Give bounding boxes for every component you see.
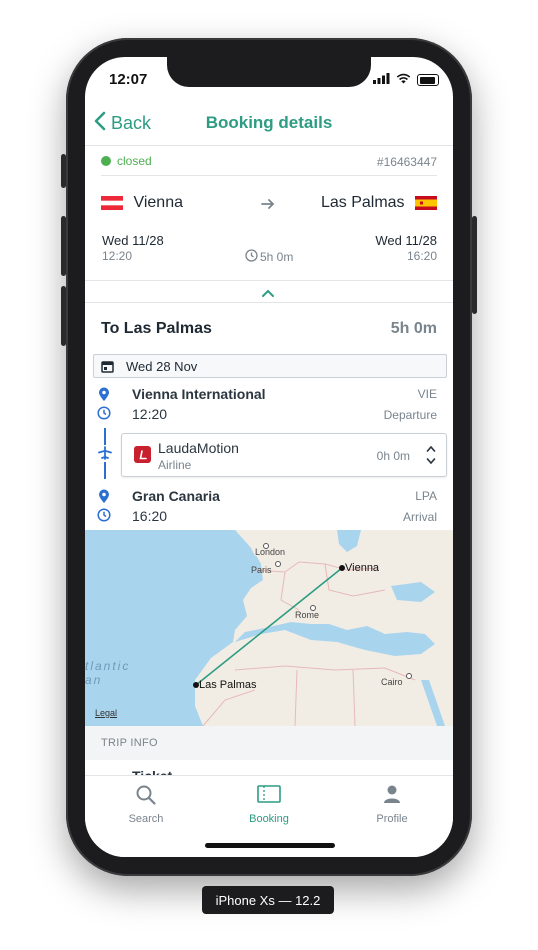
trip-info-partial-row: Ticket [132,768,172,775]
notch [167,57,371,87]
side-button-volume-down [61,286,66,346]
navigation-bar: Back Booking details [85,101,453,146]
airline-name: LaudaMotion [158,440,239,456]
timeline-line [104,462,106,479]
booking-status-row: closed #16463447 [101,153,437,175]
clock-icon [97,508,111,527]
route-duration: 5h 0m [245,249,293,265]
origin-time: 12:20 [102,249,133,263]
airline-logo-icon [134,446,151,463]
leg-duration: 5h 0m [390,320,437,337]
page-title: Booking details [205,113,333,132]
airline-duration: 0h 0m [376,449,410,463]
map-label-ocean: an [85,673,103,687]
booking-reference: #16463447 [376,155,437,169]
device-label: iPhone Xs — 12.2 [202,886,334,914]
collapse-chevron-up-icon[interactable] [261,285,275,303]
map-label-atlantic: tlantic [85,659,131,673]
spain-flag-icon [415,196,437,210]
status-time: 12:07 [109,71,148,88]
status-badge: closed [117,153,152,168]
map-label-cairo: Cairo [381,677,403,687]
leg-date: Wed 28 Nov [126,358,198,374]
trip-info-header: TRIP INFO [85,726,453,760]
phone-screen: 12:07 Back Booking details closed #16463… [85,57,453,857]
trip-info-title: TRIP INFO [101,737,158,749]
airline-subtitle: Airline [158,458,192,472]
tab-profile[interactable]: Profile [331,784,453,825]
side-button-volume-up [61,216,66,276]
destination-time: 16:20 [406,249,437,263]
wifi-icon [396,71,411,89]
map-pin-icon [98,489,110,509]
divider [101,175,437,176]
airline-card[interactable]: LaudaMotion Airline 0h 0m [121,433,447,477]
route-duration-text: 5h 0m [260,250,294,264]
arrival-time: 16:20 [132,508,168,524]
route-map[interactable]: London Paris Vienna Rome Las Palmas Cair… [85,530,453,726]
calendar-icon [101,360,114,373]
destination-date: Wed 11/28 [375,233,437,248]
person-icon [331,784,453,806]
arrow-right-icon [261,197,275,215]
austria-flag-icon [101,196,123,210]
tab-search-label: Search [128,813,164,825]
signal-icon [373,71,390,89]
status-dot [101,155,111,166]
departure-time: 12:20 [132,406,168,422]
origin-date: Wed 11/28 [102,233,164,248]
arrival-airport: Gran Canaria [132,488,220,504]
divider [85,302,453,303]
origin-city: Vienna [133,194,183,211]
tab-profile-label: Profile [376,813,408,825]
timeline-line [104,428,106,445]
destination-city: Las Palmas [320,194,405,211]
battery-icon [417,74,439,86]
destination: Las Palmas [321,194,437,212]
arrival-label: Arrival [402,510,437,524]
map-label-las-palmas: Las Palmas [199,679,257,691]
departure-airport: Vienna International [132,386,266,402]
map-label-london: London [255,547,286,557]
map-label-rome: Rome [295,610,320,620]
departure-code: VIE [417,387,437,401]
clock-icon [245,249,258,265]
map-label-paris: Paris [251,565,272,575]
tab-booking-label: Booking [249,813,289,825]
departure-label: Departure [383,408,437,422]
leg-title: To Las Palmas [101,320,212,337]
leg-date-chip: Wed 28 Nov [93,354,447,378]
clock-icon [97,406,111,425]
side-button-power [472,216,477,314]
origin: Vienna [101,194,183,212]
arrival-code: LPA [415,489,437,503]
map-label-vienna: Vienna [345,562,380,574]
tab-search[interactable]: Search [85,784,207,825]
home-indicator[interactable] [205,843,335,848]
tab-booking[interactable]: Booking [208,784,330,825]
map-legal-link[interactable]: Legal [95,708,117,718]
map-graphic [85,530,453,726]
ticket-icon [208,784,330,806]
expand-chevrons-icon[interactable] [426,444,436,471]
side-button-mute [61,154,66,188]
status-icons [373,71,439,89]
divider [85,280,453,281]
search-icon [85,784,207,806]
map-pin-icon [98,387,110,407]
